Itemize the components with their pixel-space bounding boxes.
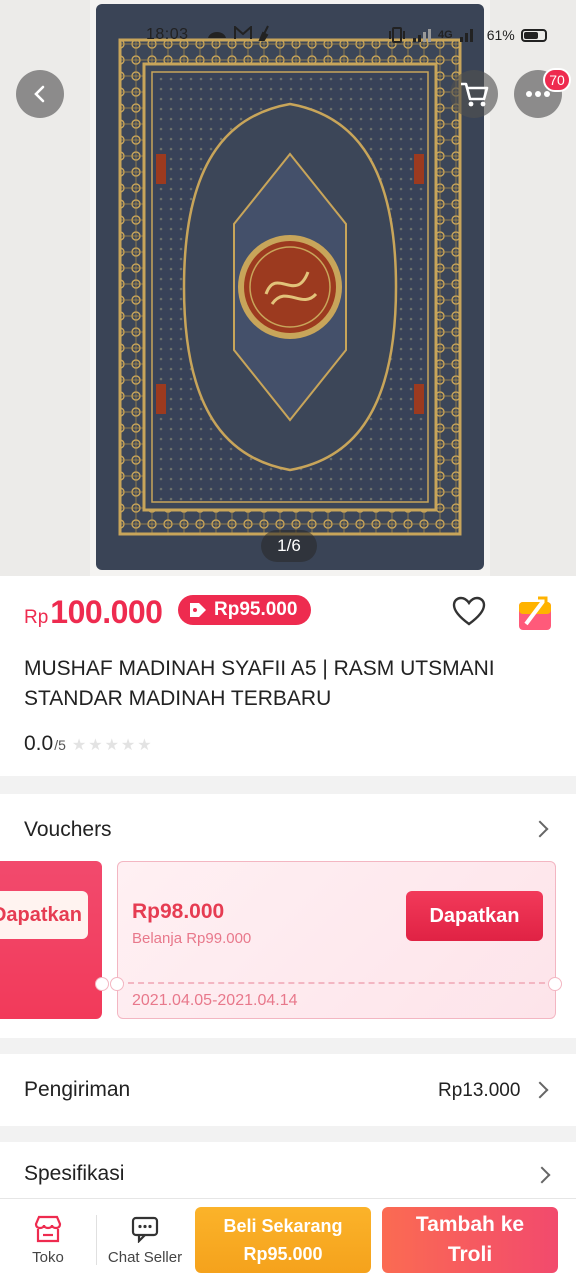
voucher-min-spend: Belanja Rp99.000	[132, 930, 252, 947]
specification-row[interactable]: Spesifikasi	[0, 1142, 576, 1200]
broom-icon	[258, 25, 269, 41]
product-image-gallery[interactable]: 18:03 4G 61% 70 1/6	[0, 0, 576, 576]
chevron-right-icon	[531, 1081, 549, 1099]
cart-count-badge: 70	[543, 68, 571, 92]
battery-icon	[520, 28, 547, 42]
spec-heading: Spesifikasi	[24, 1162, 125, 1185]
voucher-card: Rp98.000 Belanja Rp99.000 Dapatkan 2021.…	[117, 861, 556, 1019]
add-to-cart-button[interactable]: Tambah ke Troli	[382, 1207, 558, 1273]
shipping-price: Rp13.000	[438, 1080, 521, 1101]
bottom-action-bar: Toko Chat Seller Beli Sekarang Rp95.000 …	[0, 1198, 576, 1280]
share-gift-icon[interactable]	[516, 594, 554, 632]
voucher-divider	[118, 982, 555, 984]
status-bar: 18:03 4G 61%	[0, 22, 576, 52]
voucher-value: Rp98.000	[132, 900, 225, 923]
chat-seller-button[interactable]: Chat Seller	[96, 1199, 194, 1280]
price-currency: Rp	[24, 607, 49, 628]
add-to-cart-label-2: Troli	[447, 1243, 493, 1266]
battery-percent: 61%	[486, 27, 515, 43]
chat-icon	[131, 1216, 159, 1243]
vouchers-heading[interactable]: Vouchers	[24, 818, 112, 842]
star-icon: ★	[88, 737, 103, 754]
star-icon: ★	[120, 737, 136, 754]
mail-icon	[234, 26, 252, 39]
rating-value: 0.0	[24, 732, 54, 755]
voucher-claim-button-partial[interactable]: Dapatkan	[0, 891, 88, 939]
chevron-left-icon	[34, 85, 45, 103]
price-amount: 100.000	[50, 594, 163, 630]
rating-stars: ★ ★ ★ ★ ★	[72, 735, 152, 755]
buy-now-button[interactable]: Beli Sekarang Rp95.000	[195, 1207, 371, 1273]
chevron-right-icon[interactable]	[531, 820, 549, 838]
buy-now-label: Beli Sekarang	[223, 1216, 343, 1236]
voucher-card-partial: Dapatkan	[0, 861, 102, 1019]
star-icon: ★	[104, 737, 119, 754]
promo-price-badge: Rp95.000	[178, 595, 312, 625]
product-title: MUSHAF MADINAH SYAFII A5 | RASM UTSMANI …	[24, 657, 495, 710]
voucher-notch	[110, 977, 124, 991]
shop-button[interactable]: Toko	[0, 1199, 96, 1280]
vibrate-icon	[389, 27, 405, 43]
more-dots-icon	[526, 91, 550, 97]
voucher-claim-button[interactable]: Dapatkan	[406, 891, 543, 941]
buy-now-price: Rp95.000	[243, 1244, 323, 1264]
signal-icon	[413, 29, 431, 42]
chat-label: Chat Seller	[107, 1248, 183, 1266]
favorite-heart-icon[interactable]	[452, 596, 486, 626]
cart-button[interactable]	[450, 70, 498, 118]
network-type: 4G	[438, 29, 453, 41]
voucher-tag-icon	[190, 603, 206, 617]
voucher-notch	[95, 977, 109, 991]
product-info-section: Rp 100.000 Rp95.000 MUSHAF MADINAH SYAFI…	[0, 576, 576, 776]
promo-price: Rp95.000	[214, 599, 298, 620]
back-button[interactable]	[16, 70, 64, 118]
product-image-quran-cover	[96, 4, 484, 570]
rating-max: /5	[54, 737, 66, 753]
status-time: 18:03	[146, 26, 189, 43]
product-page: 18:03 4G 61% 70 1/6 Rp 100.000 Rp95.000 …	[0, 0, 576, 1280]
shipping-heading: Pengiriman	[24, 1078, 131, 1101]
notification-app-icon	[208, 32, 226, 38]
chevron-right-icon	[533, 1166, 551, 1184]
voucher-validity: 2021.04.05-2021.04.14	[132, 992, 298, 1009]
system-icons: 4G 61%	[388, 27, 547, 43]
shipping-row[interactable]: Pengiriman Rp13.000	[0, 1054, 576, 1126]
price: Rp 100.000	[24, 594, 163, 631]
rating: 0.0 /5 ★ ★ ★ ★ ★	[24, 732, 152, 756]
star-icon: ★	[137, 737, 152, 754]
shop-label: Toko	[32, 1248, 64, 1266]
image-counter: 1/6	[261, 530, 317, 562]
vouchers-section: Vouchers Dapatkan Rp98.000 Belanja Rp99.…	[0, 794, 576, 1038]
store-icon	[34, 1215, 62, 1242]
voucher-notch	[548, 977, 562, 991]
cart-icon	[461, 82, 489, 107]
signal-icon-2	[459, 29, 473, 42]
star-icon: ★	[71, 737, 87, 754]
notification-icons	[206, 25, 272, 41]
add-to-cart-label-1: Tambah ke	[415, 1213, 525, 1236]
